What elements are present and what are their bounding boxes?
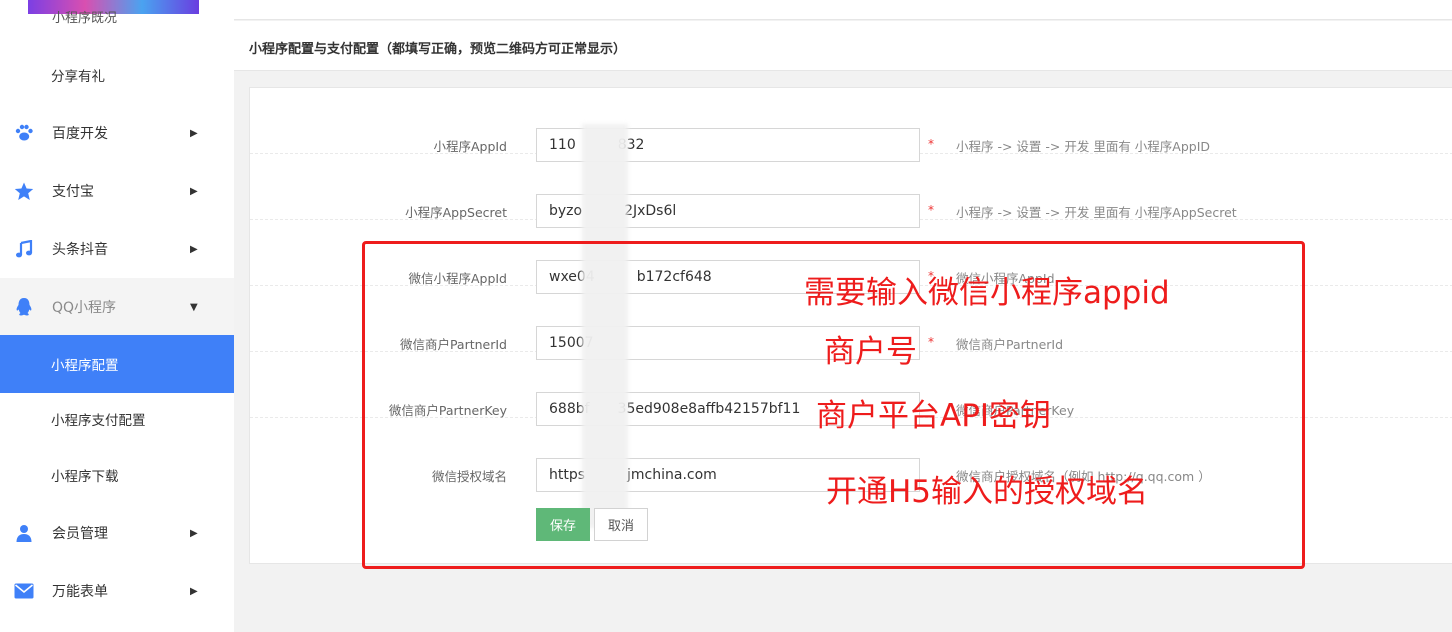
annotation-auth-domain: 开通H5输入的授权域名 <box>826 474 1149 510</box>
sidebar-item-label: 小程序配置 <box>51 358 119 374</box>
sidebar-item-share-gift[interactable]: 分享有礼 <box>0 46 234 104</box>
form-row-appsecret: 小程序AppSecret byzo 2JxDs6l * 小程序 -> 设置 ->… <box>250 154 1452 228</box>
annotation-appid: 需要输入微信小程序appid <box>804 275 1170 311</box>
sidebar-item-label: QQ小程序 <box>52 300 117 316</box>
sidebar: 小程序既况 分享有礼 百度开发 ▶ 支付宝 ▶ 头条抖音 ▶ QQ小程序 ▼ 小… <box>0 0 234 632</box>
required-mark: * <box>928 137 934 151</box>
sidebar-item-label: 小程序支付配置 <box>51 413 146 429</box>
field-hint: 小程序 -> 设置 -> 开发 里面有 小程序AppID <box>956 139 1211 154</box>
sidebar-item-qq-miniprogram[interactable]: QQ小程序 ▼ <box>0 278 234 336</box>
sidebar-item-alipay[interactable]: 支付宝 ▶ <box>0 162 234 220</box>
user-icon <box>14 523 34 543</box>
field-label: 小程序AppId <box>433 139 507 154</box>
page-header: 小程序配置与支付配置（都填写正确，预览二维码方可正常显示） <box>234 21 1452 71</box>
field-label: 微信商户PartnerKey <box>388 403 507 418</box>
sidebar-item-label: 分享有礼 <box>51 69 105 85</box>
sidebar-item-label: 万能表单 <box>52 584 108 600</box>
chevron-right-icon: ▶ <box>190 243 198 255</box>
chevron-down-icon: ▼ <box>190 301 198 313</box>
field-hint: 微信商户PartnerId <box>956 337 1064 352</box>
sidebar-item-label: 会员管理 <box>52 526 108 542</box>
required-mark: * <box>928 203 934 217</box>
form-row-appid: 小程序AppId 110 832 * 小程序 -> 设置 -> 开发 里面有 小… <box>250 88 1452 162</box>
required-mark: * <box>928 335 934 349</box>
top-bar <box>234 0 1452 20</box>
paw-icon <box>14 123 34 143</box>
sidebar-item-label: 支付宝 <box>52 184 94 200</box>
sidebar-item-forms[interactable]: 万能表单 ▶ <box>0 562 234 620</box>
sidebar-item-miniprogram-pay-config[interactable]: 小程序支付配置 <box>0 390 234 448</box>
field-label: 微信授权域名 <box>431 469 507 484</box>
sidebar-item-clipped[interactable]: 小程序既况 <box>52 8 117 26</box>
chevron-right-icon: ▶ <box>190 585 198 597</box>
sidebar-item-miniprogram-config[interactable]: 小程序配置 <box>0 335 234 393</box>
field-label: 小程序AppSecret <box>405 205 507 220</box>
annotation-api-key: 商户平台API密钥 <box>816 398 1052 434</box>
annotation-merchant-id: 商户号 <box>824 334 917 370</box>
privacy-blur <box>582 124 628 528</box>
chevron-right-icon: ▶ <box>190 185 198 197</box>
page-title: 小程序配置与支付配置（都填写正确，预览二维码方可正常显示） <box>249 42 627 57</box>
sidebar-item-label: 小程序下载 <box>51 469 119 485</box>
sidebar-item-miniprogram-download[interactable]: 小程序下载 <box>0 446 234 504</box>
star-icon <box>14 181 34 201</box>
field-label: 微信小程序AppId <box>408 271 507 286</box>
field-hint: 小程序 -> 设置 -> 开发 里面有 小程序AppSecret <box>956 205 1237 220</box>
chevron-right-icon: ▶ <box>190 527 198 539</box>
mail-icon <box>14 581 34 601</box>
music-note-icon <box>14 239 34 259</box>
field-label: 微信商户PartnerId <box>399 337 507 352</box>
sidebar-item-baidu[interactable]: 百度开发 ▶ <box>0 104 234 162</box>
sidebar-item-members[interactable]: 会员管理 ▶ <box>0 504 234 562</box>
sidebar-item-label: 百度开发 <box>52 126 108 142</box>
chevron-right-icon: ▶ <box>190 127 198 139</box>
save-button[interactable]: 保存 <box>536 508 590 541</box>
qq-penguin-icon <box>14 297 34 317</box>
cancel-button[interactable]: 取消 <box>594 508 648 541</box>
sidebar-item-label: 头条抖音 <box>52 242 108 258</box>
sidebar-item-toutiao[interactable]: 头条抖音 ▶ <box>0 220 234 278</box>
